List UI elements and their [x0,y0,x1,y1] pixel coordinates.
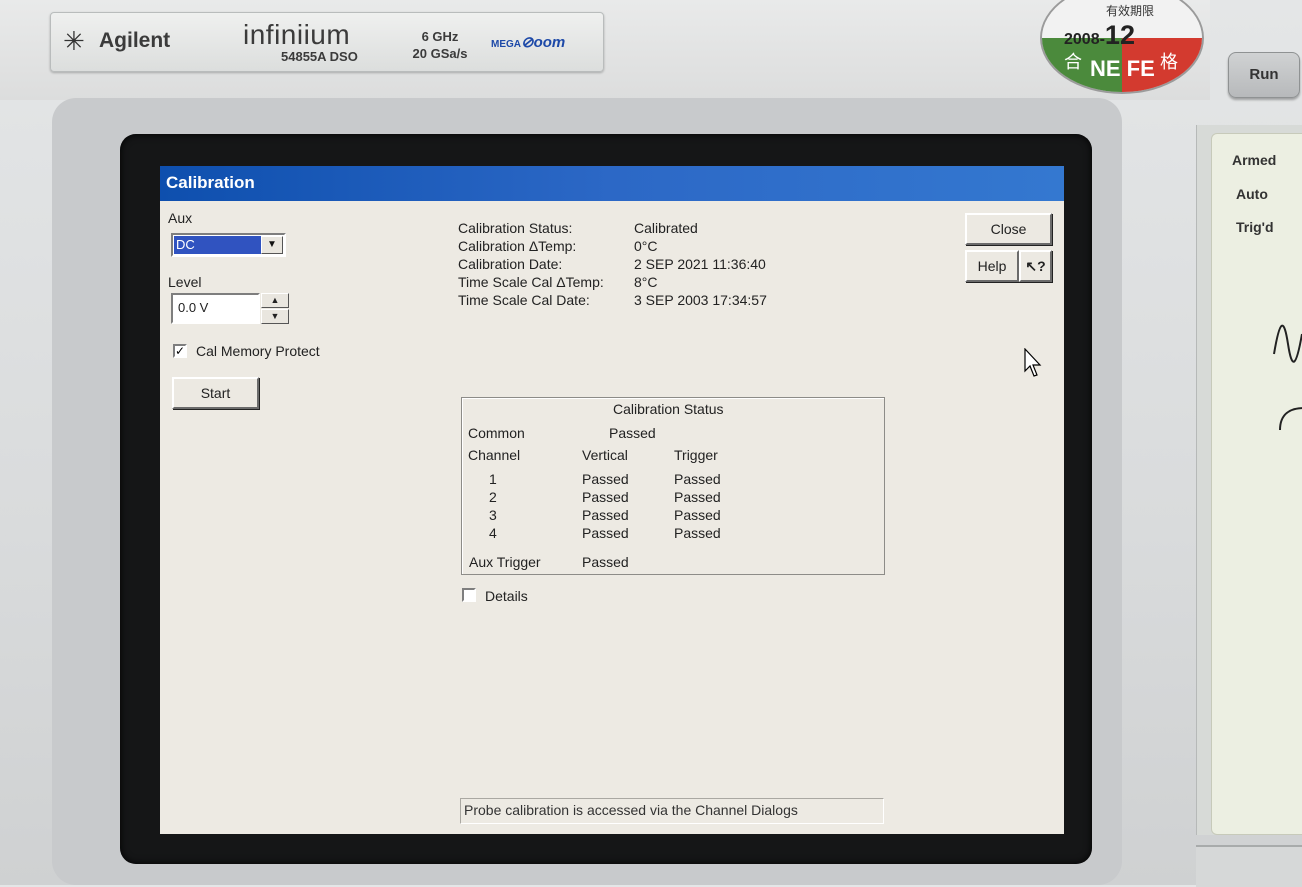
agilent-logo-icon: ✳ [63,27,85,57]
model-number: 54855A DSO [281,49,358,64]
aux-trigger-label: Aux Trigger [469,554,541,570]
info-value: 8°C [634,274,658,290]
channel-vertical: Passed [582,471,629,487]
megazoom-logo: MEGA⊘oom [491,34,566,51]
sticker-date: 2008-12 [1064,20,1135,50]
spec-bandwidth: 6 GHz [421,29,459,44]
dialog-title: Calibration [166,173,255,192]
level-spinner[interactable]: ▲ ▼ [261,293,289,324]
status-auto: Auto [1236,186,1268,202]
sticker-right-char: 格 [1160,52,1178,73]
calibration-status-group: Calibration Status Common Passed Channel… [461,397,885,575]
level-input[interactable]: 0.0 V [171,293,260,324]
channel-trigger: Passed [674,525,721,541]
calibration-dialog: Calibration Aux DC ▼ Level 0.0 V ▲ ▼ ✓ C… [160,166,1064,834]
header-trigger: Trigger [674,447,718,463]
header-vertical: Vertical [582,447,628,463]
channel-vertical: Passed [582,525,629,541]
group-title: Calibration Status [613,401,724,417]
dialog-titlebar: Calibration [160,166,1064,201]
run-button[interactable]: Run [1228,52,1300,98]
context-help-icon[interactable]: ↖? [1019,250,1052,282]
common-value: Passed [609,425,656,441]
header-channel: Channel [468,447,521,463]
spin-up-icon[interactable]: ▲ [261,293,289,308]
mouse-cursor-icon [1024,348,1042,377]
channel-number: 3 [489,507,497,523]
status-trigd: Trig'd [1236,219,1274,235]
close-button[interactable]: Close [965,213,1052,245]
channel-number: 1 [489,471,497,487]
aux-select[interactable]: DC ▼ [171,233,286,257]
channel-trigger: Passed [674,507,721,523]
chevron-down-icon[interactable]: ▼ [261,236,283,254]
cal-memory-protect-checkbox[interactable]: ✓ [173,344,187,358]
info-value: 2 SEP 2021 11:36:40 [634,256,766,272]
status-armed: Armed [1232,152,1277,168]
cal-memory-protect-label: Cal Memory Protect [196,343,320,359]
brand-plate: ✳ Agilent infiniium 54855A DSO 6 GHz 20 … [50,12,604,72]
brand-name: Agilent [99,29,171,52]
info-label: Time Scale Cal ΔTemp: [458,274,604,290]
info-label: Calibration Date: [458,256,563,272]
aux-trigger-value: Passed [582,554,629,570]
channel-trigger: Passed [674,489,721,505]
channel-vertical: Passed [582,489,629,505]
arc-icon [1279,407,1302,431]
calibration-sticker: 有效期限 2008-12 合 NE FE 格 [1040,0,1204,94]
channel-number: 2 [489,489,497,505]
info-value: Calibrated [634,220,698,236]
status-indicator-strip: Armed Auto Trig'd [1211,133,1302,835]
side-panel-bottom [1196,845,1302,887]
channel-number: 4 [489,525,497,541]
sine-wave-icon [1273,324,1302,363]
info-label: Time Scale Cal Date: [458,292,590,308]
info-value: 3 SEP 2003 17:34:57 [634,292,767,308]
sticker-left-char: 合 [1064,52,1082,73]
details-label: Details [485,588,528,604]
aux-selected-value: DC [174,236,262,254]
spin-down-icon[interactable]: ▼ [261,309,289,324]
help-button[interactable]: Help [965,250,1019,282]
sticker-label: 有效期限 [1106,4,1155,18]
channel-vertical: Passed [582,507,629,523]
start-button[interactable]: Start [172,377,259,409]
details-checkbox[interactable] [462,588,476,602]
info-value: 0°C [634,238,658,254]
aux-label: Aux [168,210,193,226]
channel-trigger: Passed [674,471,721,487]
level-label: Level [168,274,202,290]
footer-hint: Probe calibration is accessed via the Ch… [460,798,884,824]
common-label: Common [468,425,525,441]
spec-sample-rate: 20 GSa/s [412,46,468,61]
info-label: Calibration Status: [458,220,573,236]
sticker-mark: NE FE [1090,56,1155,81]
info-label: Calibration ΔTemp: [458,238,577,254]
front-panel-side: Armed Auto Trig'd [1196,125,1302,835]
model-name: infiniium [243,19,351,50]
